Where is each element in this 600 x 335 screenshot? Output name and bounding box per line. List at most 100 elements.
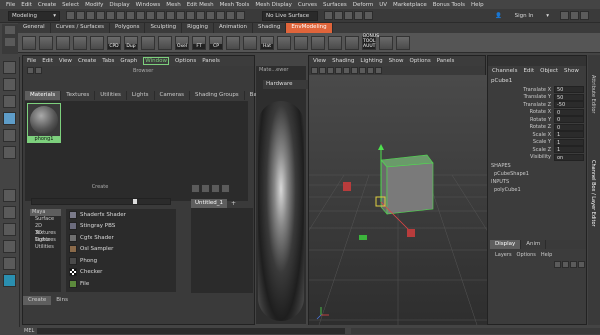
channel-attribute-row[interactable]: Rotate Y0 — [488, 116, 586, 124]
settings-icon[interactable] — [570, 11, 579, 20]
isolate-icon[interactable] — [375, 67, 382, 74]
layout-icon[interactable] — [191, 184, 200, 193]
menu-file[interactable]: File — [6, 2, 15, 8]
menu-help[interactable]: Help — [471, 2, 484, 8]
input-name[interactable]: polyCube1 — [488, 187, 586, 195]
channel-attribute-row[interactable]: Translate X 50 — [488, 86, 586, 94]
grid-icon[interactable] — [327, 67, 334, 74]
shelf-tool-icon[interactable] — [158, 35, 172, 50]
layer-tab-anim[interactable]: Anim — [521, 240, 547, 249]
render-settings-icon[interactable] — [236, 11, 245, 20]
channel-menu-edit[interactable]: Edit — [523, 68, 534, 74]
shelf-tab-animation[interactable]: Animation — [214, 23, 254, 33]
move-tool-icon[interactable] — [3, 112, 16, 125]
shelf-tab-shading[interactable]: Shading — [253, 23, 287, 33]
open-icon[interactable] — [76, 11, 85, 20]
shelf-tool-icon[interactable] — [39, 35, 53, 50]
modeling-toolkit-icon[interactable] — [324, 11, 333, 20]
shelf-button-cpd[interactable]: CPD — [107, 35, 121, 50]
shelf-tab-curves-surfaces[interactable]: Curves / Surfaces — [51, 23, 110, 33]
hypershade-menu-edit[interactable]: Edit — [42, 58, 53, 64]
viewport-menu-view[interactable]: View — [313, 58, 326, 64]
snap-view-icon[interactable] — [186, 11, 195, 20]
menu-display[interactable]: Display — [109, 2, 129, 8]
hypershade-menu-panels[interactable]: Panels — [202, 58, 220, 64]
shelf-button-oxel[interactable]: Oxel — [175, 35, 189, 50]
folder-icon[interactable] — [66, 11, 75, 20]
shelf-tab-rigging[interactable]: Rigging — [182, 23, 214, 33]
x-handle-icon[interactable] — [343, 182, 351, 191]
shelf-tool-icon[interactable] — [90, 35, 104, 50]
channel-menu-object[interactable]: Object — [540, 68, 558, 74]
scale-tool-icon[interactable] — [3, 146, 16, 159]
new-layer-icon[interactable] — [570, 261, 577, 268]
shelf-tool-icon[interactable] — [56, 35, 70, 50]
menu-mesh-tools[interactable]: Mesh Tools — [220, 2, 250, 8]
shadows-icon[interactable] — [367, 67, 374, 74]
menu-bonus-tools[interactable]: Bonus Tools — [433, 2, 465, 8]
live-surface-field[interactable]: No Live Surface — [262, 11, 318, 21]
camera-icon[interactable] — [311, 67, 318, 74]
shelf-settings-icon[interactable] — [5, 38, 15, 46]
lasso-tool-icon[interactable] — [3, 78, 16, 91]
clear-icon[interactable] — [221, 184, 230, 193]
layer-menu-help[interactable]: Help — [541, 252, 552, 258]
shelf-button-hat[interactable]: Hat — [260, 35, 274, 50]
shelf-tool-icon[interactable] — [277, 35, 291, 50]
layout-icon[interactable] — [35, 67, 42, 74]
channel-attribute-row[interactable]: Scale Y1 — [488, 138, 586, 147]
menu-windows[interactable]: Windows — [136, 2, 161, 8]
layout-icon[interactable] — [3, 240, 16, 253]
texture-icon[interactable] — [351, 67, 358, 74]
zoom-slider-handle[interactable] — [133, 199, 137, 204]
shelf-tab-general[interactable]: General — [18, 23, 51, 33]
new-layer-selected-icon[interactable] — [578, 261, 585, 268]
hypershade-menu-options[interactable]: Options — [175, 58, 196, 64]
attribute-value[interactable]: 50 — [554, 86, 584, 94]
cloud-icon[interactable] — [560, 11, 569, 20]
shape-name[interactable]: pCubeShape1 — [488, 171, 586, 179]
history-icon[interactable] — [206, 11, 215, 20]
channel-attribute-row[interactable]: Scale Z1 — [488, 146, 586, 154]
channel-attribute-row[interactable]: Rotate Z0 — [488, 123, 586, 132]
single-perspective-icon[interactable] — [3, 189, 16, 202]
shelf-tool-icon[interactable] — [379, 35, 393, 50]
create-node-item[interactable]: Checker — [66, 267, 176, 279]
hypershade-menu-view[interactable]: View — [59, 58, 72, 64]
snap-surface-icon[interactable] — [196, 11, 205, 20]
browser-tab-shading-groups[interactable]: Shading Groups — [190, 91, 245, 100]
attribute-value[interactable]: 0 — [554, 108, 584, 116]
menu-edit-mesh[interactable]: Edit Mesh — [187, 2, 214, 8]
viewport-menu-show[interactable]: Show — [389, 58, 404, 64]
menu-edit[interactable]: Edit — [21, 2, 32, 8]
snap-point-icon[interactable] — [176, 11, 185, 20]
channel-menu-show[interactable]: Show — [564, 68, 579, 74]
four-view-icon[interactable] — [3, 206, 16, 219]
channel-attribute-row[interactable]: Rotate X0 — [488, 108, 586, 117]
shelf-tool-icon[interactable] — [73, 35, 87, 50]
viewport-menu-panels[interactable]: Panels — [437, 58, 455, 64]
shelf-tool-icon[interactable] — [294, 35, 308, 50]
shelf-button-dup[interactable]: Dup — [124, 35, 138, 50]
create-tree-item-lights[interactable]: Lights — [30, 237, 61, 244]
menu-curves[interactable]: Curves — [298, 2, 317, 8]
persp-outliner-icon[interactable] — [3, 223, 16, 236]
shelf-tab-polygons[interactable]: Polygons — [110, 23, 146, 33]
layer-down-icon[interactable] — [562, 261, 569, 268]
layer-tab-display[interactable]: Display — [490, 240, 522, 249]
attribute-value[interactable]: -50 — [554, 101, 584, 109]
browser-tab-textures[interactable]: Textures — [61, 91, 96, 100]
render-icon[interactable] — [216, 11, 225, 20]
channel-attribute-row[interactable]: Translate Z -50 — [488, 101, 586, 109]
shelf-tool-icon[interactable] — [345, 35, 359, 50]
select-tool-icon[interactable] — [3, 61, 16, 74]
create-tree-item-surface[interactable]: Surface — [30, 216, 61, 223]
channel-menu-channels[interactable]: Channels — [492, 68, 517, 74]
create-node-item[interactable]: Phong — [66, 255, 176, 267]
save-icon[interactable] — [86, 11, 95, 20]
select-component-icon[interactable] — [136, 11, 145, 20]
channel-box-icon[interactable] — [354, 11, 363, 20]
channel-box-layer-editor-tab[interactable]: Channel Box / Layer Editor — [590, 160, 596, 227]
bottom-tab-bins[interactable]: Bins — [51, 296, 73, 305]
menu-marketplace[interactable]: Marketplace — [393, 2, 427, 8]
